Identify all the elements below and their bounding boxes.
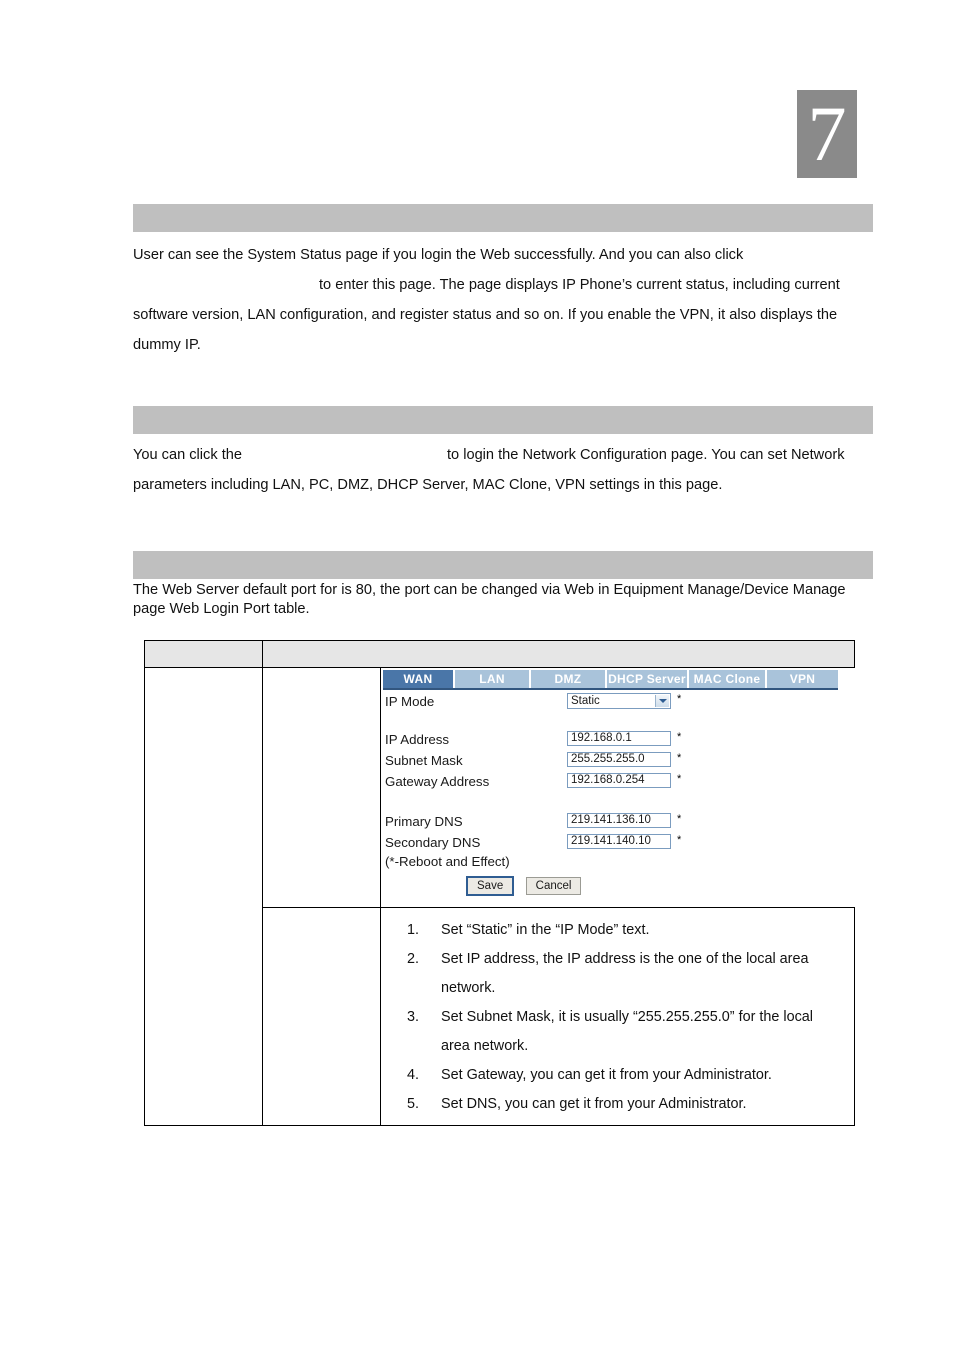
paragraph-system-status-text-2: to enter this page. The page displays IP… — [133, 277, 840, 353]
table-header-row — [144, 640, 855, 668]
select-ip-mode-value: Static — [571, 695, 600, 707]
list-item: 4. Set Gateway, you can get it from your … — [407, 1061, 844, 1090]
tab-mac-clone[interactable]: MAC Clone — [689, 670, 767, 688]
form-row-ip-mode: IP Mode Static * — [385, 693, 845, 710]
step-text: Set IP address, the IP address is the on… — [441, 951, 809, 996]
label-subnet-mask: Subnet Mask — [385, 753, 463, 768]
step-number: 4. — [407, 1067, 420, 1083]
label-gateway-address: Gateway Address — [385, 774, 490, 789]
chapter-number-box: 7 — [797, 90, 857, 178]
step-number: 3. — [407, 1009, 420, 1025]
label-ip-address: IP Address — [385, 732, 450, 747]
webui-tab-bar: WAN LAN DMZ DHCP Server MAC Clone VPN — [383, 670, 838, 690]
table-header-cell-b — [262, 640, 855, 668]
step-number: 1. — [407, 922, 420, 938]
list-item: 3. Set Subnet Mask, it is usually “255.25… — [407, 1003, 844, 1061]
table-cell-left-blank — [144, 667, 263, 1126]
section-heading-bar-network-configuration — [133, 406, 873, 434]
table-cell-webui-screenshot: WAN LAN DMZ DHCP Server MAC Clone VPN IP… — [380, 667, 855, 908]
table-cell-steps: 1. Set “Static” in the “IP Mode” text. 2.… — [380, 907, 855, 1126]
section-heading-bar-web-server-port — [133, 551, 873, 579]
section-heading-bar-system-status — [133, 204, 873, 232]
reboot-note: (*-Reboot and Effect) — [385, 854, 510, 869]
label-ip-mode: IP Mode — [385, 694, 435, 709]
table-header-cell-a — [144, 640, 263, 668]
form-row-secondary-dns: Secondary DNS 219.141.140.10 * — [385, 834, 845, 851]
paragraph-system-status-text-1: User can see the System Status page if y… — [133, 247, 744, 263]
illustration-table: WAN LAN DMZ DHCP Server MAC Clone VPN IP… — [144, 640, 855, 1126]
input-secondary-dns[interactable]: 219.141.140.10 — [567, 834, 671, 849]
form-row-ip-address: IP Address 192.168.0.1 * — [385, 731, 845, 748]
router-web-ui-panel: WAN LAN DMZ DHCP Server MAC Clone VPN IP… — [381, 668, 855, 907]
label-primary-dns: Primary DNS — [385, 814, 463, 829]
required-asterisk-secondary-dns: * — [677, 834, 682, 846]
step-text: Set DNS, you can get it from your Admini… — [441, 1096, 747, 1112]
step-text: Set “Static” in the “IP Mode” text. — [441, 922, 650, 938]
select-ip-mode[interactable]: Static — [567, 693, 671, 709]
required-asterisk-primary-dns: * — [677, 813, 682, 825]
paragraph-web-server-port: The Web Server default port for is 80, t… — [133, 582, 846, 617]
list-item: 2. Set IP address, the IP address is the … — [407, 945, 844, 1003]
form-row-gateway-address: Gateway Address 192.168.0.254 * — [385, 773, 845, 790]
required-asterisk-ip-mode: * — [677, 693, 682, 705]
input-primary-dns[interactable]: 219.141.136.10 — [567, 813, 671, 828]
tab-lan[interactable]: LAN — [455, 670, 531, 688]
paragraph-network-text-1: You can click the — [133, 447, 242, 463]
form-row-primary-dns: Primary DNS 219.141.136.10 * — [385, 813, 845, 830]
required-asterisk-gateway-address: * — [677, 773, 682, 785]
input-gateway-address[interactable]: 192.168.0.254 — [567, 773, 671, 788]
chevron-down-icon[interactable] — [655, 695, 669, 707]
steps-list: 1. Set “Static” in the “IP Mode” text. 2.… — [381, 908, 854, 1125]
webui-button-row: Save Cancel — [465, 876, 589, 896]
paragraph-network-configuration: You can click the to login the Network Co… — [133, 440, 875, 500]
label-secondary-dns: Secondary DNS — [385, 835, 481, 850]
required-asterisk-ip-address: * — [677, 731, 682, 743]
required-asterisk-subnet-mask: * — [677, 752, 682, 764]
tab-wan[interactable]: WAN — [383, 670, 455, 688]
step-number: 5. — [407, 1096, 420, 1112]
input-ip-address[interactable]: 192.168.0.1 — [567, 731, 671, 746]
input-subnet-mask[interactable]: 255.255.255.0 — [567, 752, 671, 767]
cancel-button[interactable]: Cancel — [525, 877, 582, 895]
list-item: 5. Set DNS, you can get it from your Admi… — [407, 1090, 844, 1119]
table-row: WAN LAN DMZ DHCP Server MAC Clone VPN IP… — [144, 667, 855, 1126]
list-item: 1. Set “Static” in the “IP Mode” text. — [407, 916, 844, 945]
table-cell-mid-blank-2 — [262, 907, 381, 1126]
form-row-subnet-mask: Subnet Mask 255.255.255.0 * — [385, 752, 845, 769]
tab-dhcp-server[interactable]: DHCP Server — [607, 670, 689, 688]
step-number: 2. — [407, 951, 420, 967]
step-text: Set Subnet Mask, it is usually “255.255.… — [441, 1009, 813, 1054]
table-cell-mid-blank-1 — [262, 667, 381, 908]
chapter-number: 7 — [807, 90, 847, 177]
tab-dmz[interactable]: DMZ — [531, 670, 607, 688]
tab-vpn[interactable]: VPN — [767, 670, 838, 688]
save-button[interactable]: Save — [465, 876, 515, 896]
paragraph-system-status: User can see the System Status page if y… — [133, 240, 875, 360]
step-text: Set Gateway, you can get it from your Ad… — [441, 1067, 772, 1083]
